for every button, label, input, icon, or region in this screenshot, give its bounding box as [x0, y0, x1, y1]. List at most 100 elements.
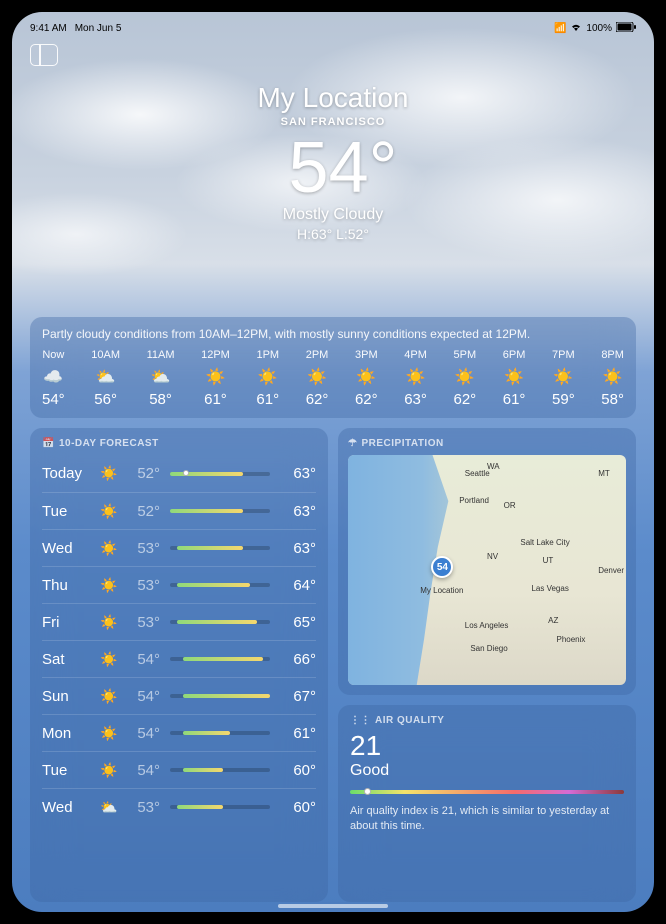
day-icon: ☀️ — [94, 651, 124, 668]
day-high: 66° — [280, 651, 316, 668]
day-name: Tue — [42, 503, 94, 520]
city-name: SAN FRANCISCO — [12, 116, 654, 128]
hour-temp: 62° — [355, 391, 378, 408]
ten-day-title: 📅 10-DAY FORECAST — [42, 438, 316, 449]
hi-lo: H:63° L:52° — [12, 226, 654, 242]
map-city-label: OR — [504, 501, 516, 510]
sun-icon: ☀️ — [206, 367, 226, 385]
home-indicator[interactable] — [278, 904, 388, 908]
hour-time: Now — [42, 349, 64, 361]
precipitation-map-card[interactable]: ☂ PRECIPITATION 54 My Location SeattlePo… — [338, 428, 636, 695]
temp-range-bar — [170, 472, 270, 476]
air-quality-category: Good — [350, 762, 624, 780]
map-city-label: Phoenix — [557, 635, 586, 644]
status-time: 9:41 AM — [30, 23, 67, 34]
air-quality-indicator — [364, 788, 371, 795]
daily-row[interactable]: Wed⛅53°60° — [42, 788, 316, 825]
day-low: 53° — [124, 540, 160, 557]
day-high: 64° — [280, 577, 316, 594]
hour-time: 10AM — [91, 349, 120, 361]
day-high: 63° — [280, 540, 316, 557]
day-icon: ☀️ — [94, 614, 124, 631]
hour-time: 5PM — [454, 349, 477, 361]
hourly-item[interactable]: 5PM☀️62° — [453, 349, 476, 408]
temp-range-bar — [170, 583, 270, 587]
hourly-item[interactable]: 2PM☀️62° — [306, 349, 329, 408]
daily-row[interactable]: Fri☀️53°65° — [42, 603, 316, 640]
hourly-item[interactable]: 1PM☀️61° — [256, 349, 279, 408]
day-name: Today — [42, 465, 94, 482]
map-city-label: San Diego — [470, 644, 507, 653]
day-high: 61° — [280, 725, 316, 742]
precipitation-map[interactable]: 54 My Location SeattlePortlandSalt Lake … — [348, 455, 626, 685]
hourly-item[interactable]: 6PM☀️61° — [503, 349, 526, 408]
map-location-pin[interactable]: 54 — [431, 556, 453, 578]
hour-time: 12PM — [201, 349, 230, 361]
map-city-label: WA — [487, 462, 500, 471]
daily-row[interactable]: Thu☀️53°64° — [42, 566, 316, 603]
map-city-label: AZ — [548, 616, 558, 625]
current-temp: 54° — [32, 132, 654, 204]
day-icon: ⛅ — [94, 799, 124, 816]
sidebar-toggle-button[interactable] — [30, 44, 58, 66]
status-bar: 9:41 AM Mon Jun 5 📶 100% — [12, 18, 654, 38]
hourly-item[interactable]: 8PM☀️58° — [601, 349, 624, 408]
daily-row[interactable]: Today☀️52°63° — [42, 455, 316, 492]
air-quality-card[interactable]: ⋮⋮ AIR QUALITY 21 Good Air quality index… — [338, 705, 636, 902]
day-icon: ☀️ — [94, 540, 124, 557]
hourly-item[interactable]: 10AM⛅56° — [91, 349, 120, 408]
hour-temp: 59° — [552, 391, 575, 408]
day-high: 63° — [280, 503, 316, 520]
day-low: 54° — [124, 651, 160, 668]
map-city-label: MT — [598, 469, 610, 478]
wifi-icon — [570, 22, 582, 35]
hourly-item[interactable]: 12PM ☀️ 61° — [201, 349, 230, 408]
daily-row[interactable]: Sat☀️54° 66° — [42, 640, 316, 677]
hourly-item[interactable]: 4PM☀️63° — [404, 349, 427, 408]
day-icon: ☀️ — [94, 503, 124, 520]
aq-icon: ⋮⋮ — [350, 715, 371, 726]
day-low: 53° — [124, 614, 160, 631]
partly-icon: ⛅ — [151, 367, 171, 385]
temp-range-bar — [170, 546, 270, 550]
hourly-item[interactable]: 7PM☀️59° — [552, 349, 575, 408]
map-city-label: Salt Lake City — [520, 538, 569, 547]
hour-time: 2PM — [306, 349, 329, 361]
day-name: Sat — [42, 651, 94, 668]
hourly-item[interactable]: Now☁️54° — [42, 349, 65, 408]
calendar-icon: 📅 — [42, 438, 55, 449]
hourly-item[interactable]: 3PM☀️62° — [355, 349, 378, 408]
daily-row[interactable]: Sun☀️54°67° — [42, 677, 316, 714]
day-name: Tue — [42, 762, 94, 779]
hour-temp: 61° — [204, 391, 227, 408]
day-name: Wed — [42, 540, 94, 557]
temp-range-bar — [170, 694, 270, 698]
air-quality-title: ⋮⋮ AIR QUALITY — [350, 715, 624, 726]
current-temp-dot — [183, 470, 189, 476]
hour-time: 4PM — [404, 349, 427, 361]
day-high: 63° — [280, 465, 316, 482]
ten-day-forecast-card[interactable]: 📅 10-DAY FORECAST Today☀️52°63°Tue☀️52°6… — [30, 428, 328, 902]
hour-temp: 54° — [42, 391, 65, 408]
map-city-label: NV — [487, 552, 498, 561]
daily-row[interactable]: Wed☀️53° 63° — [42, 529, 316, 566]
hour-temp: 63° — [404, 391, 427, 408]
map-city-label: Seattle — [465, 469, 490, 478]
day-name: Mon — [42, 725, 94, 742]
sun-icon: ☀️ — [455, 367, 475, 385]
day-icon: ☀️ — [94, 577, 124, 594]
hourly-forecast-card[interactable]: Partly cloudy conditions from 10AM–12PM,… — [30, 317, 636, 418]
temp-range-bar — [170, 657, 270, 661]
hourly-item[interactable]: 11AM⛅58° — [147, 349, 175, 408]
daily-row[interactable]: Tue☀️52° 63° — [42, 492, 316, 529]
hour-time: 6PM — [503, 349, 526, 361]
daily-row[interactable]: Tue☀️54°60° — [42, 751, 316, 788]
day-icon: ☀️ — [94, 688, 124, 705]
daily-row[interactable]: Mon☀️54°61° — [42, 714, 316, 751]
sun-icon: ☀️ — [504, 367, 524, 385]
map-city-label: Los Angeles — [465, 621, 509, 630]
air-quality-description: Air quality index is 21, which is simila… — [350, 804, 624, 833]
day-low: 52° — [124, 503, 160, 520]
temp-range-bar — [170, 731, 270, 735]
temp-range-bar — [170, 805, 270, 809]
